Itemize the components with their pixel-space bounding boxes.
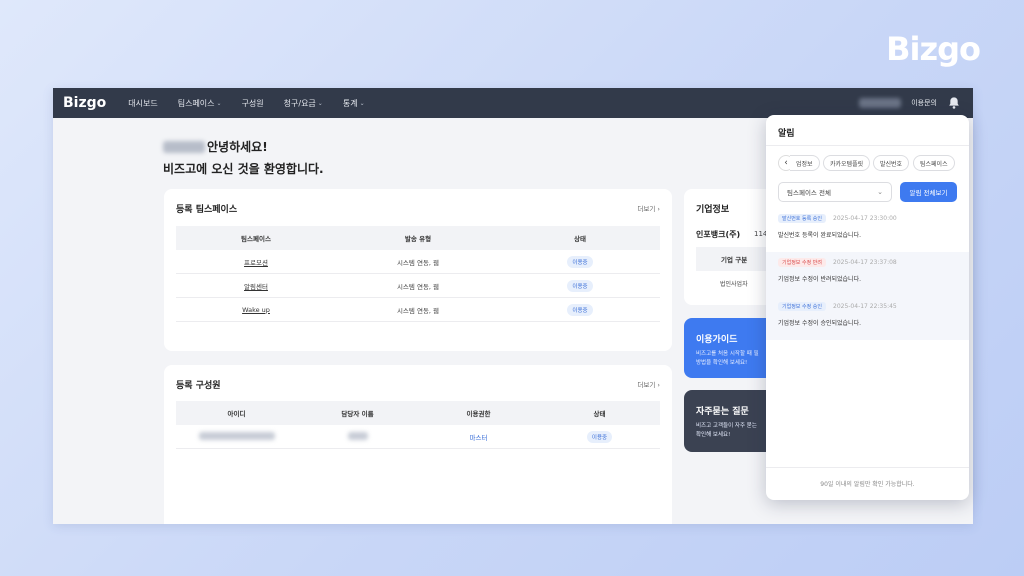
faq-description: 비즈고 고객들이 자주 묻는 확인해 보세요! <box>696 423 757 438</box>
nav-inquiry[interactable]: 이용문의 <box>911 98 937 108</box>
filter-chip-company[interactable]: 업정보 <box>790 155 820 171</box>
notification-item[interactable]: 발신번호 등록 승인 2025-04-17 23:30:00 발신번호 등록이 … <box>766 208 969 252</box>
card-title: 등록 구성원 <box>176 381 221 391</box>
member-name-blurred <box>347 431 368 440</box>
notification-item[interactable]: 기업정보 수정 승인 2025-04-17 22:35:45 기업정보 수정이 … <box>766 296 969 340</box>
nav-members[interactable]: 구성원 <box>242 98 264 109</box>
status-badge: 이용중 <box>567 303 593 316</box>
member-id-blurred <box>198 431 275 440</box>
filter-chip-kakao-template[interactable]: 카카오템플릿 <box>823 155 871 171</box>
table-header: 아이디 담당자 이름 이용권한 상태 <box>176 401 660 425</box>
user-name-blurred[interactable] <box>859 98 902 108</box>
chevron-right-icon: › <box>657 205 660 213</box>
status-badge: 이용중 <box>567 279 593 292</box>
chevron-right-icon: › <box>657 381 660 389</box>
notification-footer-note: 90일 이내의 알림만 확인 가능합니다. <box>820 481 915 488</box>
card-title: 등록 팀스페이스 <box>176 205 238 215</box>
nav-statistics[interactable]: 통계 ⌄ <box>343 98 365 109</box>
teamspace-table: 팀스페이스 발송 유형 상태 프로모션 시스템 연동, 웹 이용중 알림센터 시… <box>176 226 660 322</box>
teamspace-link[interactable]: 프로모션 <box>176 257 336 267</box>
notification-message: 기업정보 수정이 승인되었습니다. <box>778 320 862 327</box>
nav-teamspace[interactable]: 팀스페이스 ⌄ <box>178 98 222 109</box>
status-badge: 이용중 <box>586 430 613 443</box>
top-navigation: Bizgo 대시보드 팀스페이스 ⌄ 구성원 청구/요금 ⌄ 통계 ⌄ 이용문의 <box>53 88 973 118</box>
notification-time: 2025-04-17 22:35:45 <box>833 303 897 310</box>
table-row: 알림센터 시스템 연동, 웹 이용중 <box>176 274 660 298</box>
notification-tag: 기업정보 수정 반려 <box>778 258 826 267</box>
chevron-down-icon: ⌄ <box>216 99 222 107</box>
guide-description: 비즈고를 처음 시작할 때 필 방법을 확인해 보세요! <box>696 351 759 366</box>
more-link[interactable]: 더보기 › <box>637 203 660 213</box>
nav-dashboard[interactable]: 대시보드 <box>128 98 157 109</box>
greeting: 안녕하세요! 비즈고에 오신 것을 환영합니다. <box>163 138 324 177</box>
company-type-value: 법인사업자 <box>720 281 748 288</box>
table-header: 팀스페이스 발송 유형 상태 <box>176 226 660 250</box>
company-name: 인포뱅크(주) <box>696 230 741 239</box>
filter-chip-teamspace[interactable]: 팀스페이스 <box>913 155 955 171</box>
notification-item[interactable]: 기업정보 수정 반려 2025-04-17 23:37:08 기업정보 수정이 … <box>766 252 969 296</box>
card-title: 기업정보 <box>696 205 730 215</box>
chevron-down-icon: ⌄ <box>359 99 365 107</box>
brand-watermark: Bizgo <box>886 30 981 68</box>
role-link[interactable]: 마스터 <box>470 434 488 442</box>
nav-billing[interactable]: 청구/요금 ⌄ <box>284 98 323 109</box>
notification-message: 발신번호 등록이 완료되었습니다. <box>778 232 862 239</box>
teamspace-link[interactable]: 알림센터 <box>176 281 336 291</box>
greeting-line-1: 안녕하세요! <box>207 140 268 154</box>
chevron-down-icon: ⌄ <box>877 188 883 196</box>
greeting-line-2: 비즈고에 오신 것을 환영합니다. <box>163 162 324 176</box>
member-table: 아이디 담당자 이름 이용권한 상태 마스터 이용중 <box>176 401 660 449</box>
notification-time: 2025-04-17 23:37:08 <box>833 259 897 266</box>
guide-title: 이용가이드 <box>696 335 738 345</box>
table-row: Wake up 시스템 연동, 웹 이용중 <box>176 298 660 322</box>
chevron-down-icon: ⌄ <box>317 99 323 107</box>
notification-tag: 발신번호 등록 승인 <box>778 214 826 223</box>
user-name-blurred <box>163 140 205 153</box>
faq-title: 자주묻는 질문 <box>696 407 749 417</box>
more-link[interactable]: 더보기 › <box>637 379 660 389</box>
notification-message: 기업정보 수정이 반려되었습니다. <box>778 276 862 283</box>
teamspace-link[interactable]: Wake up <box>176 306 336 314</box>
table-row: 마스터 이용중 <box>176 425 660 449</box>
notification-time: 2025-04-17 23:30:00 <box>833 215 897 222</box>
bell-icon[interactable] <box>947 96 961 110</box>
app-logo[interactable]: Bizgo <box>63 95 106 111</box>
nav-right-group: 이용문의 <box>859 88 961 118</box>
notification-title: 알림 <box>778 129 795 139</box>
view-all-notifications-button[interactable]: 알림 전체보기 <box>900 182 957 202</box>
notification-panel: 알림 ‹ 업정보 카카오템플릿 발신번호 팀스페이스 팀스페이스 전체 ⌄ 알림… <box>766 115 969 500</box>
table-row: 프로모션 시스템 연동, 웹 이용중 <box>176 250 660 274</box>
member-card: 등록 구성원 더보기 › 아이디 담당자 이름 이용권한 상태 마스터 이용중 <box>164 365 672 524</box>
teamspace-card: 등록 팀스페이스 더보기 › 팀스페이스 발송 유형 상태 프로모션 시스템 연… <box>164 189 672 351</box>
status-badge: 이용중 <box>567 255 593 268</box>
notification-tag: 기업정보 수정 승인 <box>778 302 826 311</box>
filter-chip-sender-number[interactable]: 발신번호 <box>873 155 910 171</box>
teamspace-select[interactable]: 팀스페이스 전체 ⌄ <box>778 182 892 202</box>
